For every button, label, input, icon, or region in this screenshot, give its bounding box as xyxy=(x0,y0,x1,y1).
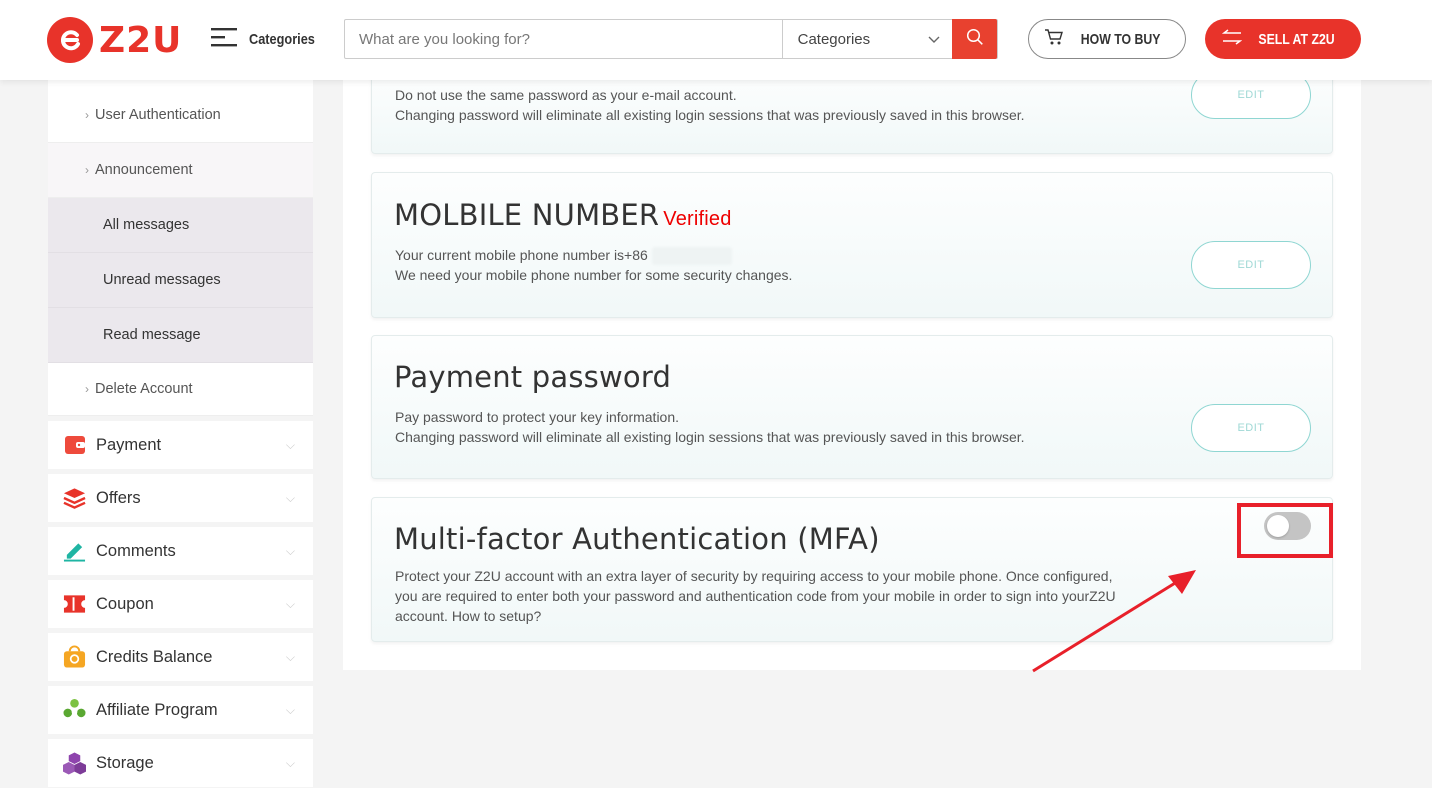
search-button[interactable] xyxy=(952,19,997,59)
z2u-logo[interactable]: Z2U xyxy=(47,17,182,63)
sidebar-section-label: Payment xyxy=(96,435,162,454)
pen-icon xyxy=(63,540,86,562)
sidebar-section-label: Coupon xyxy=(96,594,154,613)
sidebar-item-user-authentication[interactable]: › User Authentication xyxy=(48,80,313,143)
payment-password-line1: Pay password to protect your key informa… xyxy=(395,409,680,425)
ticket-icon xyxy=(63,593,86,615)
sidebar-item-label: Delete Account xyxy=(95,381,193,397)
chevron-right-icon: › xyxy=(85,163,89,177)
categories-menu-button[interactable]: Categories xyxy=(211,27,327,52)
mobile-number-line2: We need your mobile phone number for som… xyxy=(395,267,793,283)
swap-arrows-icon xyxy=(1222,28,1243,50)
search-bar: Categories xyxy=(344,19,998,59)
mfa-toggle[interactable] xyxy=(1264,512,1311,540)
mfa-description-line1: Protect your Z2U account with an extra l… xyxy=(395,568,1113,584)
layers-icon xyxy=(63,487,86,509)
search-category-value: Categories xyxy=(797,30,871,48)
redacted-phone-number xyxy=(651,247,732,266)
verified-badge: Verified xyxy=(663,208,732,230)
top-header: Z2U Categories Categories HOW TO BUY xyxy=(0,0,1432,80)
wallet-icon xyxy=(63,434,86,456)
sidebar-item-label: Announcement xyxy=(95,162,193,178)
mobile-number-title-text: MOLBILE NUMBER xyxy=(394,198,660,232)
mobile-number-line1: Your current mobile phone number is+86 xyxy=(395,245,732,266)
chevron-down-icon: ⌵ xyxy=(285,490,295,505)
sidebar-item-all-messages[interactable]: All messages xyxy=(48,198,313,253)
chevron-down-icon: ⌵ xyxy=(285,437,295,452)
chevron-down-icon: ⌵ xyxy=(285,649,295,664)
payment-password-line2: Changing password will eliminate all exi… xyxy=(395,429,1025,445)
chevron-down-icon: ⌵ xyxy=(285,596,295,611)
annotation-arrow-icon xyxy=(1032,570,1196,673)
mfa-description-line3: account. How to setup? xyxy=(395,608,542,624)
sidebar-item-delete-account[interactable]: › Delete Account xyxy=(48,363,313,416)
search-icon xyxy=(966,28,984,51)
edit-mobile-button[interactable]: EDIT xyxy=(1191,241,1311,289)
z2u-logo-mark xyxy=(47,17,93,63)
payment-password-card: Payment password Pay password to protect… xyxy=(371,335,1333,479)
password-note-line1: Do not use the same password as your e-m… xyxy=(395,87,737,103)
sidebar-section-affiliate-program[interactable]: Affiliate Program ⌵ xyxy=(48,686,313,734)
how-to-buy-button[interactable]: HOW TO BUY xyxy=(1028,19,1186,59)
sidebar-section-offers[interactable]: Offers ⌵ xyxy=(48,474,313,522)
chevron-right-icon: › xyxy=(85,108,89,122)
sidebar-item-unread-messages[interactable]: Unread messages xyxy=(48,253,313,308)
sidebar-section-label: Affiliate Program xyxy=(96,700,218,719)
chevron-down-icon xyxy=(928,31,940,48)
sidebar-section-label: Comments xyxy=(96,541,176,560)
sidebar-section-payment[interactable]: Payment ⌵ xyxy=(48,421,313,469)
search-input[interactable] xyxy=(345,20,782,58)
categories-label: Categories xyxy=(249,31,315,48)
cubes-icon xyxy=(63,752,86,775)
payment-password-title: Payment password xyxy=(394,360,672,394)
affiliate-icon xyxy=(63,698,86,721)
mobile-number-card: MOLBILE NUMBER Verified Your current mobi… xyxy=(371,172,1333,318)
sidebar-item-label: All messages xyxy=(103,217,190,233)
chevron-down-icon: ⌵ xyxy=(285,755,295,770)
sidebar-section-comments[interactable]: Comments ⌵ xyxy=(48,527,313,575)
sidebar-section-label: Storage xyxy=(96,753,154,772)
logo-text: Z2U xyxy=(99,19,183,61)
how-to-buy-label: HOW TO BUY xyxy=(1081,30,1161,48)
sidebar-item-read-message[interactable]: Read message xyxy=(48,308,313,363)
sidebar-item-label: Unread messages xyxy=(103,272,221,288)
cart-icon xyxy=(1044,28,1064,51)
mfa-description-line2: you are required to enter both your pass… xyxy=(395,588,1116,604)
sidebar-item-label: Read message xyxy=(103,327,201,343)
chevron-down-icon: ⌵ xyxy=(285,702,295,717)
sell-label: SELL AT Z2U xyxy=(1258,30,1336,48)
chevron-down-icon: ⌵ xyxy=(285,543,295,558)
sidebar-section-storage[interactable]: Storage ⌵ xyxy=(48,739,313,787)
sidebar-section-credits-balance[interactable]: Credits Balance ⌵ xyxy=(48,633,313,681)
account-sidebar: › User Authentication › Announcement All… xyxy=(48,80,313,788)
password-note-line2: Changing password will eliminate all exi… xyxy=(395,107,1025,123)
search-category-select[interactable]: Categories xyxy=(781,20,953,58)
mfa-title: Multi-factor Authentication (MFA) xyxy=(394,522,880,556)
edit-payment-password-button[interactable]: EDIT xyxy=(1191,404,1311,452)
sidebar-section-coupon[interactable]: Coupon ⌵ xyxy=(48,580,313,628)
chevron-right-icon: › xyxy=(85,382,89,396)
sidebar-section-label: Credits Balance xyxy=(96,647,213,666)
sidebar-section-label: Offers xyxy=(96,488,141,507)
mobile-number-title: MOLBILE NUMBER Verified xyxy=(394,198,732,232)
sidebar-item-announcement[interactable]: › Announcement xyxy=(48,143,313,198)
hamburger-icon xyxy=(211,27,237,52)
sell-at-z2u-button[interactable]: SELL AT Z2U xyxy=(1205,19,1361,59)
password-card: Do not use the same password as your e-m… xyxy=(371,70,1333,154)
sidebar-item-label: User Authentication xyxy=(95,107,221,123)
mobile-number-prefix: Your current mobile phone number is+86 xyxy=(395,247,648,263)
toggle-knob xyxy=(1267,515,1289,537)
coins-icon xyxy=(63,645,86,668)
